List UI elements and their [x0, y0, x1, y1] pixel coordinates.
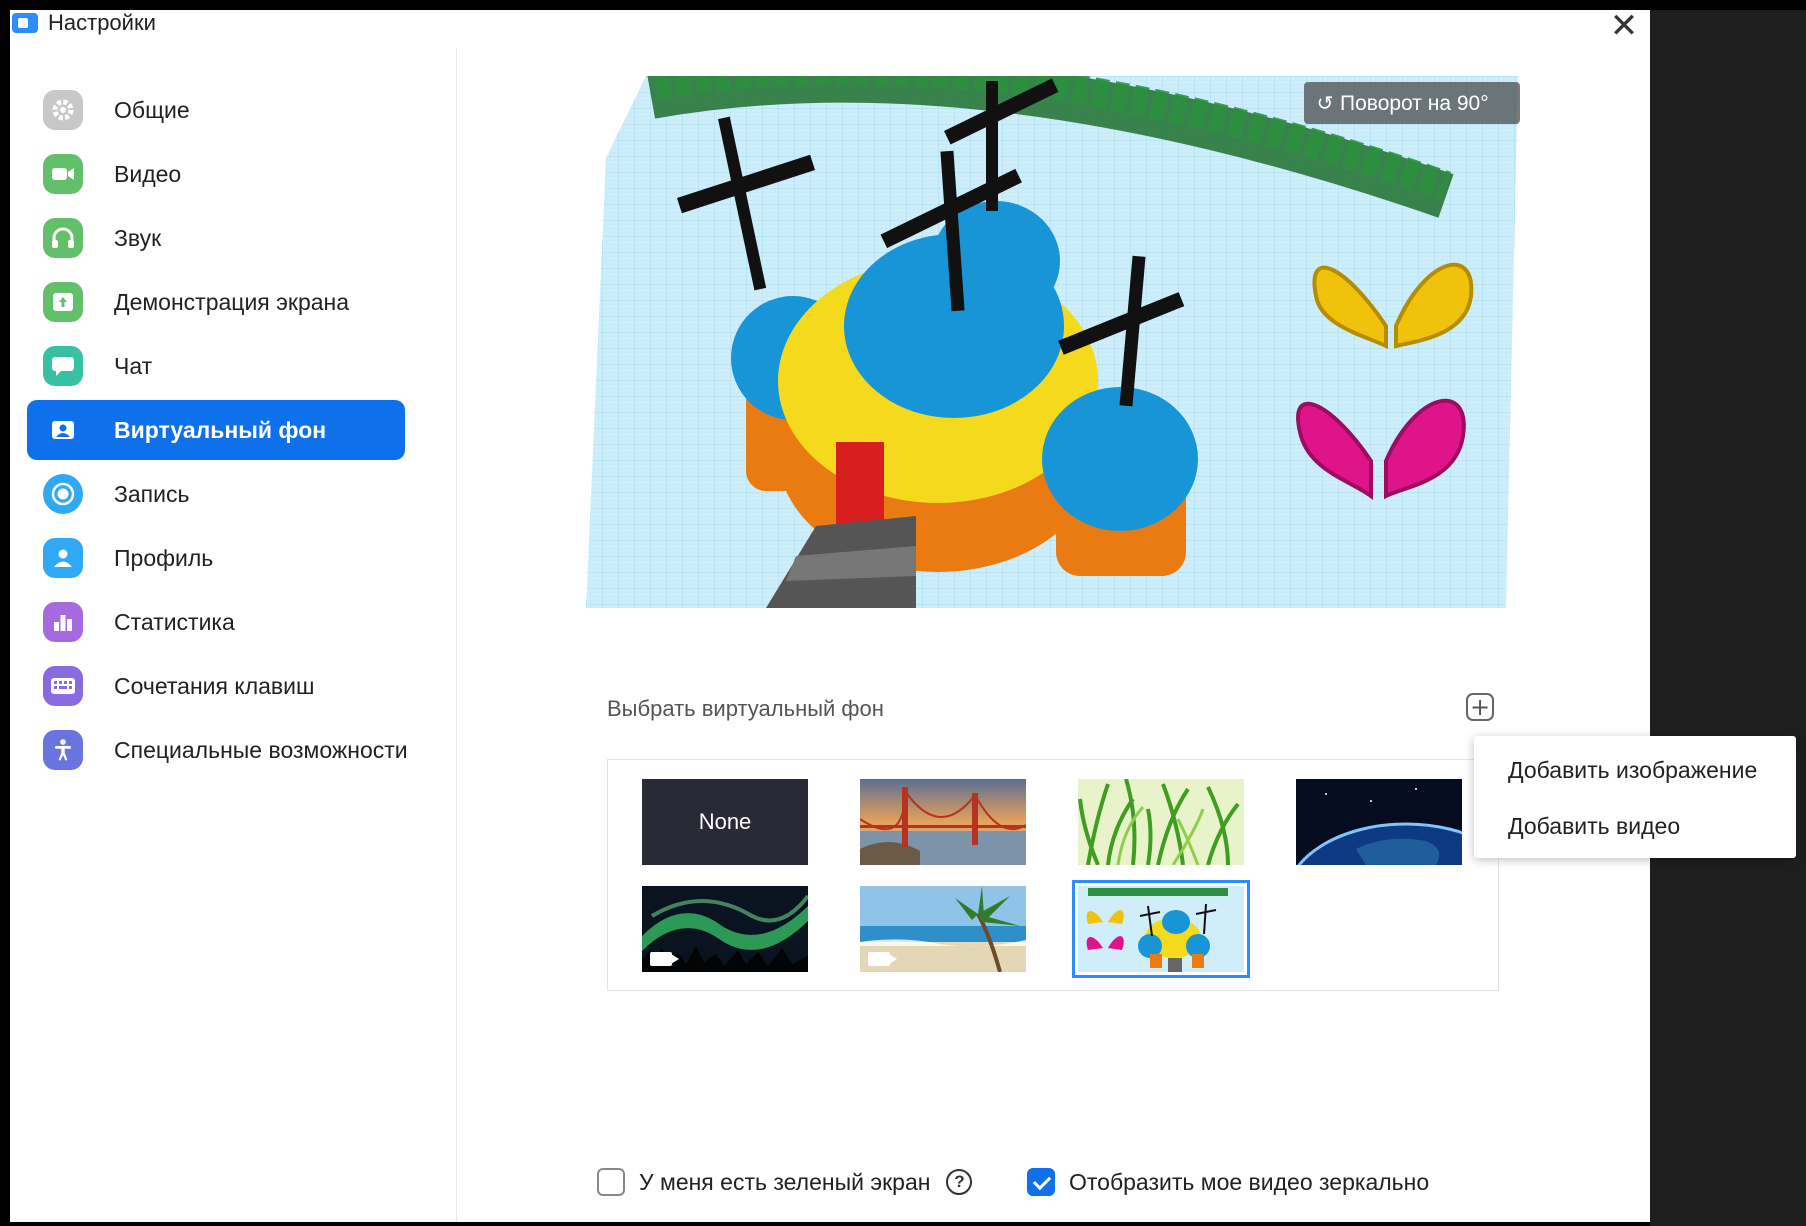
background-thumb-bridge[interactable]: [860, 779, 1026, 865]
close-icon[interactable]: ✕: [1604, 10, 1644, 46]
rotate-label: Поворот на 90°: [1340, 92, 1489, 115]
virtual-background-icon: [43, 410, 83, 450]
headphones-icon: [43, 218, 83, 258]
settings-window: Настройки ✕ Общие Видео Звук Демонстраци…: [10, 10, 1650, 1222]
sidebar-item-label: Видео: [114, 161, 182, 187]
sidebar-item-recording[interactable]: Запись: [27, 464, 405, 524]
sidebar-item-label: Специальные возможности: [114, 737, 408, 763]
user-icon: [43, 538, 83, 578]
sidebar-item-virtual-background[interactable]: Виртуальный фон: [27, 400, 405, 460]
sidebar-item-label: Запись: [114, 481, 190, 507]
window-title: Настройки: [48, 10, 156, 35]
menu-item-add-image[interactable]: Добавить изображение: [1474, 742, 1796, 798]
keyboard-icon: [43, 666, 83, 706]
video-camera-icon: [43, 154, 83, 194]
sidebar-item-label: Статистика: [114, 609, 235, 635]
add-background-menu: Добавить изображение Добавить видео: [1474, 736, 1796, 858]
sidebar-item-label: Звук: [114, 225, 162, 251]
green-screen-label: У меня есть зеленый экран: [639, 1168, 931, 1195]
mirror-video-label: Отобразить мое видео зеркально: [1069, 1168, 1430, 1195]
sidebar-item-profile[interactable]: Профиль: [27, 528, 405, 588]
sidebar-item-label: Общие: [114, 97, 190, 123]
mirror-video-option: Отобразить мое видео зеркально: [1027, 1168, 1429, 1196]
background-thumb-custom[interactable]: [1072, 880, 1250, 978]
chat-bubble-icon: [43, 346, 83, 386]
plus-icon[interactable]: +: [1466, 693, 1494, 721]
sidebar-item-label: Чат: [114, 353, 153, 379]
sidebar: Общие Видео Звук Демонстрация экрана Чат: [10, 48, 457, 1222]
sidebar-item-label: Демонстрация экрана: [114, 289, 350, 315]
zoom-app-icon: [12, 13, 38, 33]
menu-item-add-video[interactable]: Добавить видео: [1474, 798, 1796, 854]
sidebar-item-label: Сочетания клавиш: [114, 673, 315, 699]
bar-chart-icon: [43, 602, 83, 642]
background-thumb-aurora[interactable]: [642, 886, 808, 972]
rotate-icon: ↺: [1316, 91, 1334, 115]
gear-icon: [43, 90, 83, 130]
background-thumbnail-grid: None: [607, 759, 1499, 991]
sidebar-item-statistics[interactable]: Статистика: [27, 592, 405, 652]
green-screen-option: У меня есть зеленый экран ?: [597, 1168, 973, 1196]
accessibility-icon: [43, 730, 83, 770]
sidebar-item-keyboard-shortcuts[interactable]: Сочетания клавиш: [27, 656, 405, 716]
sidebar-item-screen-share[interactable]: Демонстрация экрана: [27, 272, 405, 332]
record-icon: [43, 474, 83, 514]
background-thumb-none[interactable]: None: [642, 779, 808, 865]
sidebar-item-label: Виртуальный фон: [114, 417, 327, 443]
share-screen-icon: [43, 282, 83, 322]
title-bar: Настройки ✕: [10, 10, 1650, 48]
video-camera-icon: [868, 952, 897, 966]
video-camera-icon: [650, 952, 679, 966]
background-thumb-earth[interactable]: [1296, 779, 1462, 865]
background-panel: [1650, 10, 1806, 1226]
green-screen-checkbox[interactable]: [597, 1168, 625, 1196]
sidebar-item-audio[interactable]: Звук: [27, 208, 405, 268]
background-thumb-grass[interactable]: [1078, 779, 1244, 865]
sidebar-item-chat[interactable]: Чат: [27, 336, 405, 396]
sidebar-item-label: Профиль: [114, 545, 214, 571]
choose-background-label: Выбрать виртуальный фон: [607, 696, 884, 721]
mirror-video-checkbox[interactable]: [1027, 1168, 1055, 1196]
help-icon[interactable]: ?: [946, 1169, 973, 1195]
sidebar-item-video[interactable]: Видео: [27, 144, 405, 204]
rotate-90-button[interactable]: ↺ Поворот на 90°: [1304, 82, 1520, 124]
background-thumb-beach[interactable]: [860, 886, 1026, 972]
background-preview: [586, 76, 1518, 608]
sidebar-item-general[interactable]: Общие: [27, 80, 405, 140]
sidebar-item-accessibility[interactable]: Специальные возможности: [27, 720, 408, 780]
